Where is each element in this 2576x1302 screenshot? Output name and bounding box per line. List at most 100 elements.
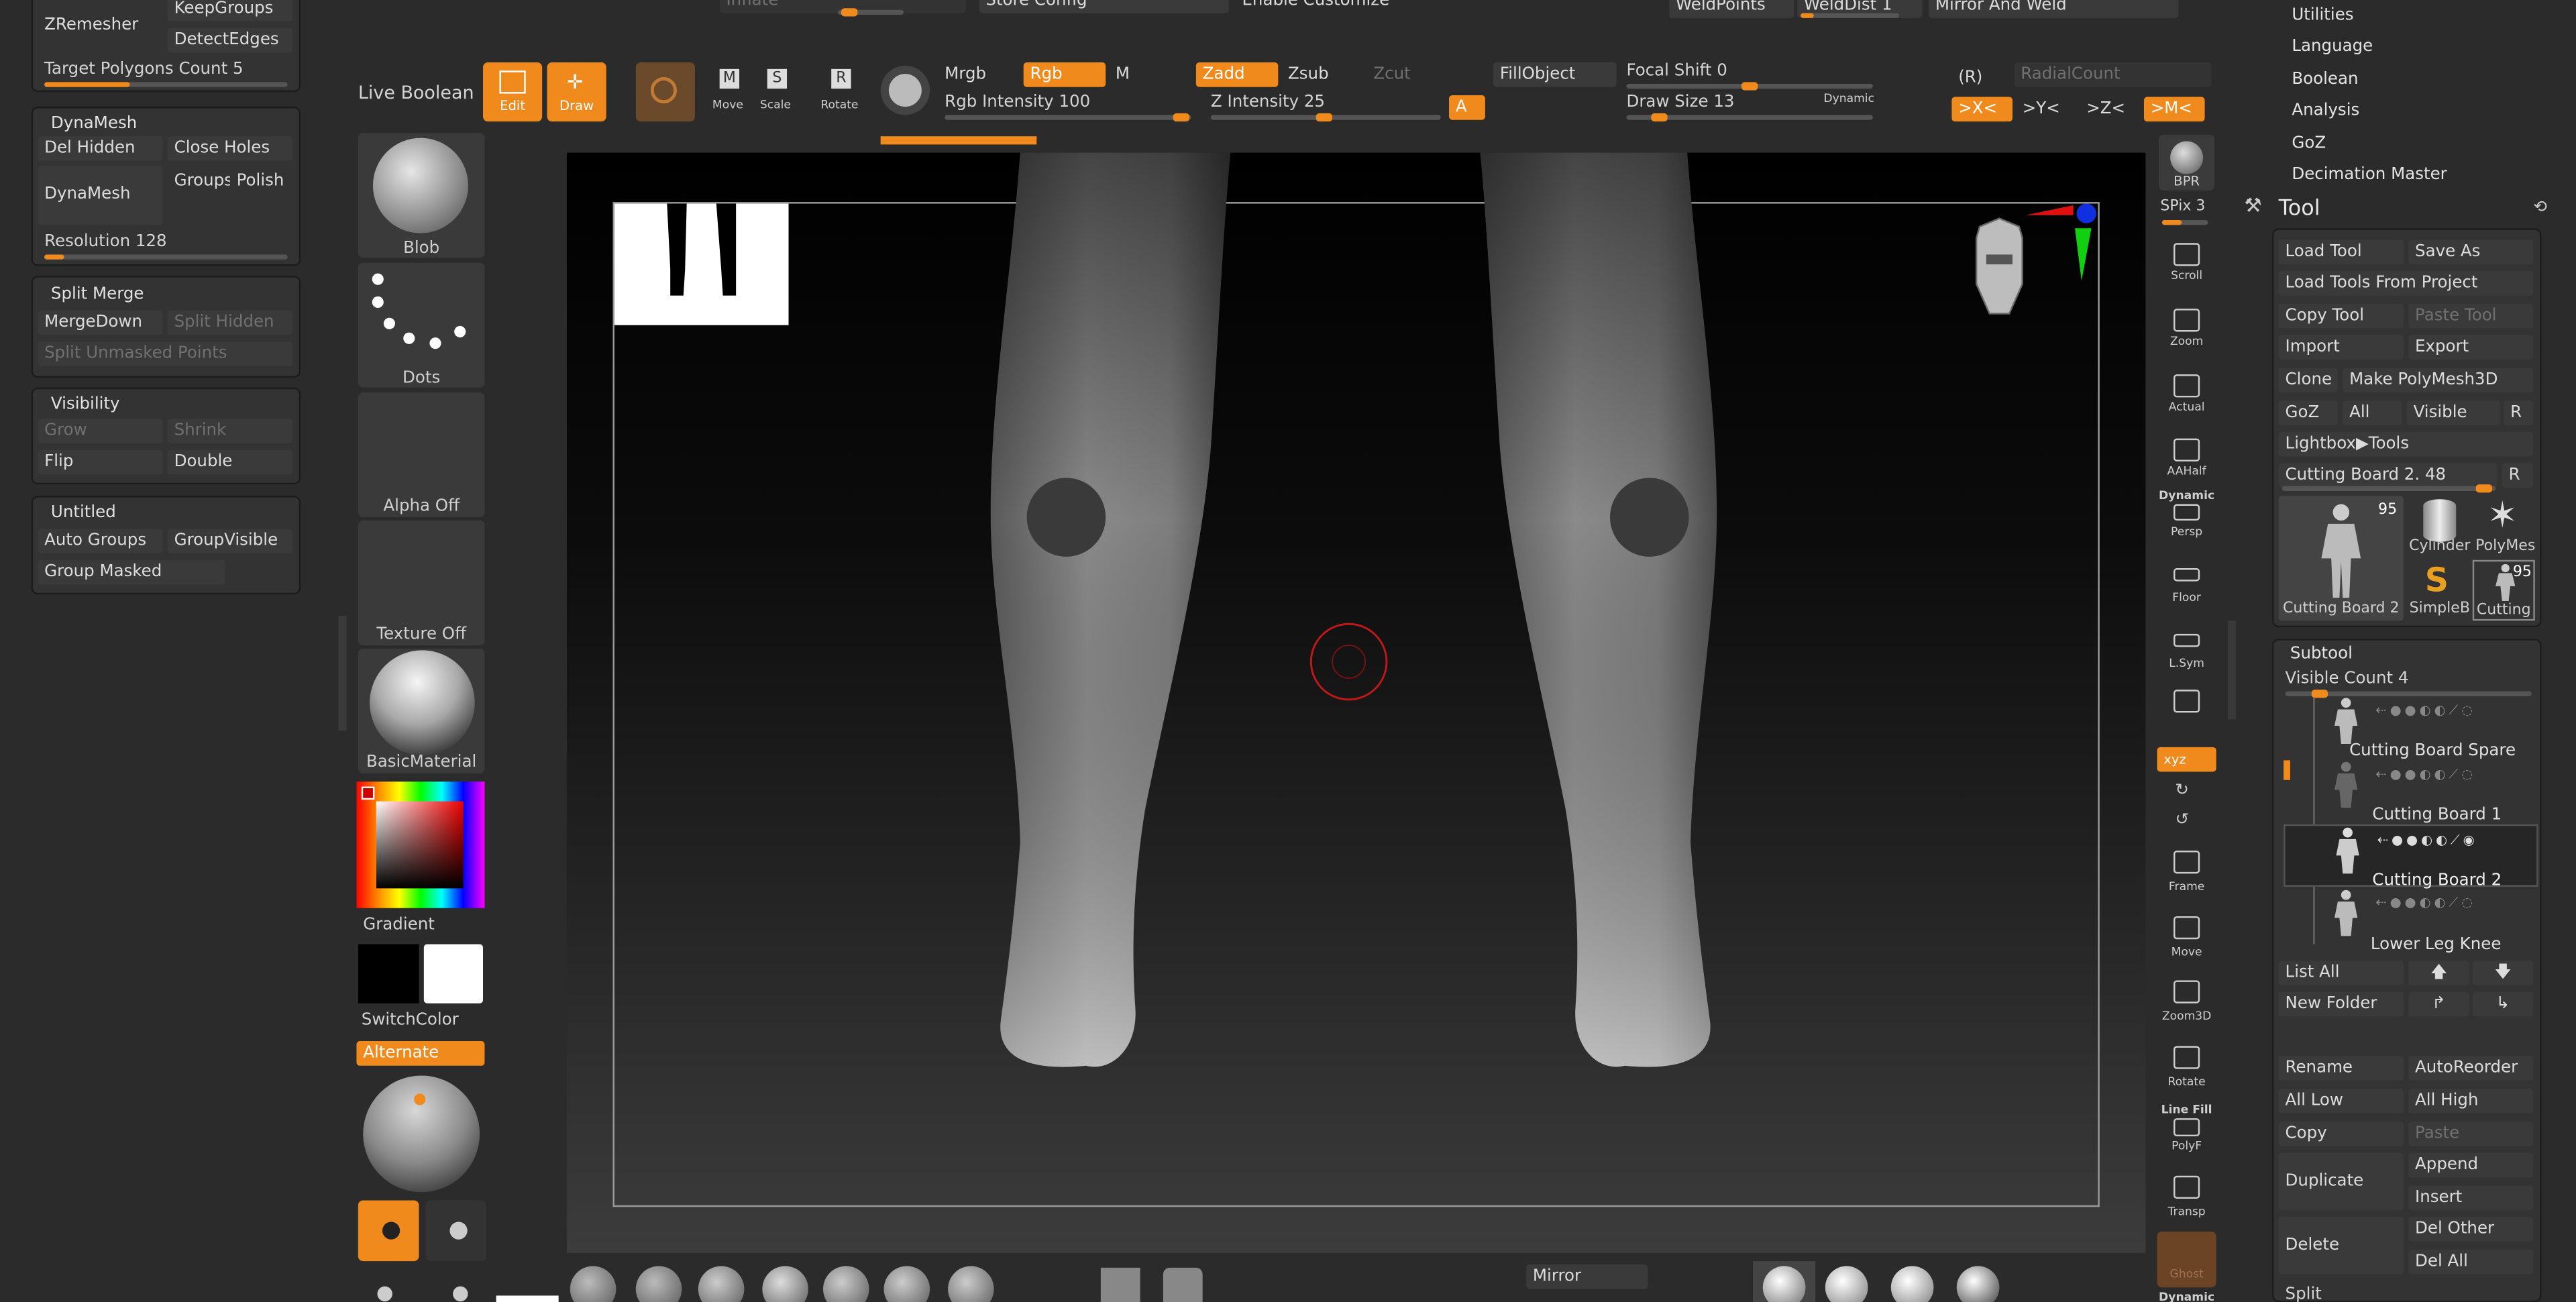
subtool-toggles[interactable]: ⇠●●◐◐⟋◌ <box>2375 895 2476 911</box>
save-as-button[interactable]: Save As <box>2408 239 2534 265</box>
brush-inflate-icon[interactable] <box>883 1266 930 1302</box>
floor-button[interactable]: Floor <box>2157 555 2216 614</box>
current-tool-slider[interactable]: Cutting Board 2. 48 <box>2278 463 2498 488</box>
store-config-button[interactable]: Store Config <box>979 0 1229 13</box>
live-boolean-button[interactable]: Live Boolean <box>358 84 474 102</box>
double-button[interactable]: Double <box>167 449 292 475</box>
keep-groups-button[interactable]: KeepGroups <box>167 0 292 21</box>
aahalf-button[interactable]: AAHalf <box>2157 432 2216 491</box>
folder-action-button-2[interactable]: ↳ <box>2472 991 2534 1017</box>
auto-reorder-button[interactable]: AutoReorder <box>2408 1056 2534 1081</box>
tool-thumb-cylinder[interactable]: Cylinder <box>2408 496 2471 558</box>
lightbox-tools-button[interactable]: Lightbox▶Tools <box>2278 431 2534 457</box>
dynamic-draw-size-toggle[interactable]: Dynamic <box>1823 93 1874 105</box>
sym-x-button[interactable]: >X< <box>1951 97 2013 122</box>
goz-all-button[interactable]: All <box>2343 400 2402 426</box>
current-tool-track[interactable] <box>2282 484 2496 493</box>
rotate-y-icon[interactable]: ↻ <box>2175 781 2189 800</box>
polyf-button[interactable]: Line Fill PolyF <box>2157 1100 2216 1159</box>
visible-count-slider[interactable] <box>2285 690 2532 698</box>
goz-visible-button[interactable]: Visible <box>2406 400 2501 426</box>
current-tool-knob[interactable] <box>2475 484 2493 493</box>
move-mode-button[interactable]: M Move <box>706 66 749 115</box>
duplicate-button[interactable]: Duplicate <box>2278 1152 2404 1211</box>
ghost-button[interactable]: Ghost <box>2157 1232 2216 1288</box>
sculpt-model[interactable] <box>567 152 2145 1253</box>
dynamesh-button[interactable]: DynaMesh <box>38 166 163 225</box>
tool-thumb-cutting-board-2[interactable]: 95 Cutting Board 2 <box>2278 496 2404 621</box>
draw-size-slider[interactable] <box>1626 113 1873 122</box>
color-picker[interactable] <box>356 781 485 908</box>
material-slot-1[interactable] <box>1753 1261 1816 1302</box>
canvas-viewport[interactable] <box>566 152 2146 1253</box>
rgb-button[interactable]: Rgb <box>1023 62 1106 87</box>
group-masked-button[interactable]: Group Masked <box>38 559 225 585</box>
transp-button[interactable]: Transp <box>2157 1169 2216 1228</box>
color-picker-sv-square[interactable] <box>376 801 464 889</box>
new-folder-button[interactable]: New Folder <box>2278 991 2404 1017</box>
load-tools-from-project-button[interactable]: Load Tools From Project <box>2278 270 2534 296</box>
close-holes-button[interactable]: Close Holes <box>167 136 292 161</box>
all-high-button[interactable]: All High <box>2408 1089 2534 1114</box>
flip-button[interactable]: Flip <box>38 449 163 475</box>
edit-button[interactable]: Edit <box>483 62 543 122</box>
tool-thumb-cutting[interactable]: 95 Cutting <box>2472 559 2535 621</box>
stroke-thumbnail[interactable]: Dots <box>358 262 485 388</box>
load-tool-button[interactable]: Load Tool <box>2278 239 2404 265</box>
subtool-item[interactable]: ⇠●●◐◐⟋◌ Lower Leg Knee <box>2284 888 2538 954</box>
xyz-button[interactable]: xyz <box>2157 747 2216 772</box>
move-down-button[interactable]: 🡇 <box>2472 961 2534 985</box>
mirror-and-weld-button[interactable]: Mirror And Weld <box>1929 0 2179 18</box>
enable-customize-button[interactable]: Enable Customize <box>1236 0 1482 13</box>
resolution-slider[interactable] <box>44 254 288 260</box>
zsub-button[interactable]: Zsub <box>1281 62 1363 87</box>
material-slot-2[interactable] <box>1825 1266 1868 1302</box>
menu-decimation-master[interactable]: Decimation Master <box>2292 166 2447 184</box>
spix-slider[interactable] <box>2161 220 2208 225</box>
light-bulb-button-2[interactable]: ● <box>425 1200 486 1262</box>
rotate-view-button[interactable]: Rotate <box>2157 1040 2216 1099</box>
scroll-button[interactable]: Scroll <box>2157 237 2216 296</box>
draw-size-knob[interactable] <box>1651 113 1668 122</box>
auto-groups-button[interactable]: Auto Groups <box>38 529 163 553</box>
light-bulb-icon[interactable]: ● <box>451 1281 469 1302</box>
z-intensity-slider[interactable] <box>1210 113 1441 122</box>
light-bulb-icon[interactable]: ● <box>376 1281 394 1302</box>
tool-thumb-simplebrush[interactable]: S SimpleB <box>2408 560 2471 621</box>
scale-mode-button[interactable]: S Scale <box>754 66 797 115</box>
move-up-button[interactable]: 🡅 <box>2408 961 2469 985</box>
paste-tool-button[interactable]: Paste Tool <box>2408 303 2534 329</box>
rotate-z-icon[interactable]: ↺ <box>2175 811 2189 829</box>
all-low-button[interactable]: All Low <box>2278 1089 2404 1114</box>
menu-goz[interactable]: GoZ <box>2292 135 2326 153</box>
cube-tool-icon[interactable] <box>1100 1267 1140 1302</box>
subtool-item-selected[interactable]: ⇠●●◐◐⟋◉ Cutting Board 2 <box>2284 824 2538 890</box>
draw-button[interactable]: ✛ Draw <box>547 62 606 122</box>
left-leg[interactable] <box>990 152 1231 1067</box>
mrgb-button[interactable]: Mrgb <box>938 62 1020 87</box>
move-view-button[interactable]: Move <box>2157 910 2216 969</box>
make-polymesh3d-button[interactable]: Make PolyMesh3D <box>2343 368 2534 393</box>
subtool-toggles[interactable]: ⇠●●◐◐⟋◉ <box>2377 832 2478 849</box>
zoom3d-button[interactable]: Zoom3D <box>2157 974 2216 1033</box>
frame-button[interactable]: Frame <box>2157 844 2216 903</box>
local-button[interactable] <box>2157 683 2216 742</box>
rotate-mode-button[interactable]: R Rotate <box>815 66 864 115</box>
secondary-color-swatch[interactable] <box>423 944 484 1003</box>
brush-mode-button[interactable] <box>635 62 695 122</box>
focal-shift-knob[interactable] <box>1741 82 1758 91</box>
sym-y-button[interactable]: >Y< <box>2016 97 2077 121</box>
rgb-intensity-slider[interactable] <box>945 113 1191 122</box>
brush-clay-icon[interactable] <box>635 1266 682 1302</box>
light-position-marker[interactable] <box>414 1093 426 1105</box>
brush-move-icon[interactable] <box>822 1266 869 1302</box>
list-all-button[interactable]: List All <box>2278 961 2404 985</box>
detect-edges-button[interactable]: DetectEdges <box>167 28 292 53</box>
paste-subtool-button[interactable]: Paste <box>2408 1121 2534 1146</box>
r-button[interactable]: (R) <box>1951 66 2007 91</box>
delete-button[interactable]: Delete <box>2278 1216 2404 1274</box>
sym-m-button[interactable]: >M< <box>2143 97 2205 122</box>
insert-button[interactable]: Insert <box>2408 1185 2534 1211</box>
group-visible-button[interactable]: GroupVisible <box>167 529 292 553</box>
menu-analysis[interactable]: Analysis <box>2292 102 2359 120</box>
